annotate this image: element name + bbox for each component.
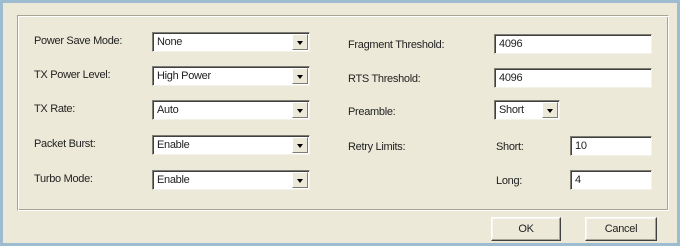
power-save-mode-label: Power Save Mode: bbox=[34, 35, 123, 47]
ok-button[interactable]: OK bbox=[491, 217, 561, 241]
power-save-mode-select[interactable]: None bbox=[152, 32, 310, 52]
turbo-mode-select[interactable]: Enable bbox=[152, 170, 310, 190]
packet-burst-value: Enable bbox=[157, 139, 190, 151]
turbo-mode-value: Enable bbox=[157, 174, 190, 186]
preamble-label: Preamble: bbox=[348, 106, 396, 118]
chevron-down-icon[interactable] bbox=[292, 102, 308, 118]
chevron-down-icon[interactable] bbox=[292, 137, 308, 153]
tx-rate-select[interactable]: Auto bbox=[152, 100, 310, 120]
chevron-down-icon[interactable] bbox=[292, 68, 308, 84]
retry-long-input[interactable] bbox=[570, 170, 652, 190]
chevron-down-icon[interactable] bbox=[292, 172, 308, 188]
fragment-threshold-label: Fragment Threshold: bbox=[348, 39, 445, 51]
chevron-down-icon[interactable] bbox=[292, 34, 308, 50]
retry-limits-label: Retry Limits: bbox=[348, 141, 406, 153]
tx-power-level-label: TX Power Level: bbox=[34, 69, 111, 81]
tx-rate-label: TX Rate: bbox=[34, 103, 76, 115]
settings-panel: Power Save Mode: None TX Power Level: Hi… bbox=[17, 15, 669, 211]
power-save-mode-value: None bbox=[157, 36, 183, 48]
rts-threshold-input[interactable] bbox=[494, 68, 652, 88]
packet-burst-label: Packet Burst: bbox=[34, 138, 96, 150]
preamble-value: Short bbox=[499, 104, 524, 116]
packet-burst-select[interactable]: Enable bbox=[152, 135, 310, 155]
chevron-down-icon[interactable] bbox=[542, 102, 558, 118]
fragment-threshold-input[interactable] bbox=[494, 34, 652, 54]
tx-power-level-value: High Power bbox=[157, 70, 211, 82]
turbo-mode-label: Turbo Mode: bbox=[34, 173, 93, 185]
dialog-window: Power Save Mode: None TX Power Level: Hi… bbox=[0, 0, 680, 246]
preamble-select[interactable]: Short bbox=[494, 100, 560, 120]
tx-rate-value: Auto bbox=[157, 104, 179, 116]
tx-power-level-select[interactable]: High Power bbox=[152, 66, 310, 86]
rts-threshold-label: RTS Threshold: bbox=[348, 73, 421, 85]
cancel-button[interactable]: Cancel bbox=[585, 217, 657, 241]
retry-long-label: Long: bbox=[496, 175, 523, 187]
retry-short-input[interactable] bbox=[570, 136, 652, 156]
retry-short-label: Short: bbox=[496, 141, 524, 153]
